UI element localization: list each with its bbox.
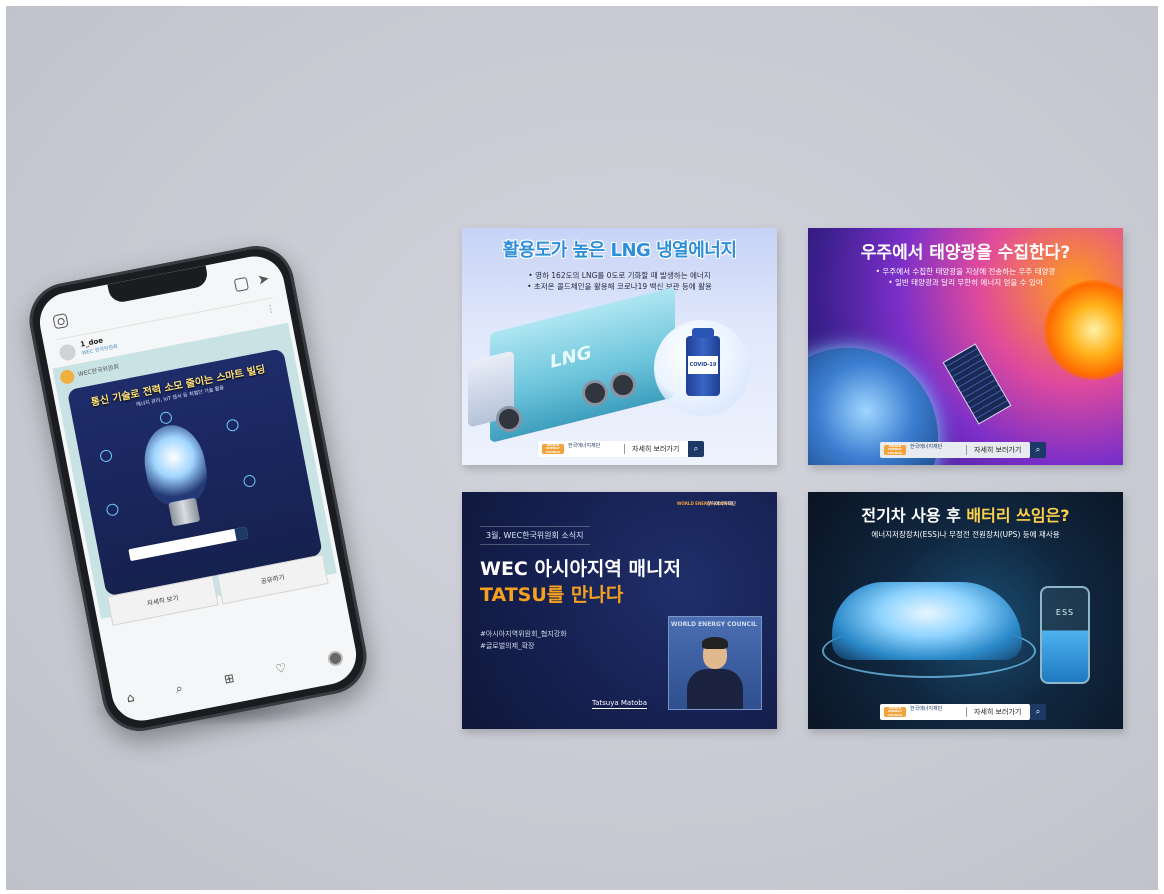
igtv-icon[interactable] <box>233 276 249 293</box>
card-title: 활용도가 높은 LNG 냉열에너지 <box>502 240 737 261</box>
hashtag: #아시아지역위원회_협지강화 <box>480 630 567 638</box>
truck-label: LNG <box>550 341 592 374</box>
foundation-logo: 한국에너지재단 <box>707 502 736 507</box>
card-space-solar: 우주에서 태양광을 수집한다? • 우주에서 수집한 태양광을 지상에 전송하는… <box>808 228 1123 465</box>
card-title: 우주에서 태양광을 수집한다? <box>860 243 1071 263</box>
send-icon[interactable]: ➤ <box>256 271 271 289</box>
phone-body: ➤ 1_doe WEC 한국위원회 ⋮ WEC한국위원회 통신 기술로 전력 소… <box>23 239 373 738</box>
wec-logo: WORLD ENERGY COUNCIL <box>884 444 906 455</box>
add-post-icon[interactable]: ⊞ <box>223 671 236 687</box>
battery-label: ESS <box>1055 608 1075 617</box>
card-wec-news: WORLD ENERGY COUNCIL 한국에너지재단 3월, WEC한국위원… <box>462 492 777 729</box>
card-footer-bar: WORLD ENERGY COUNCIL 한국에너지재단 자세히 보러가기 ⌕ <box>880 704 1046 720</box>
instagram-bottom-nav: ⌂ ⌕ ⊞ ♡ <box>125 648 345 708</box>
card-bullet: 에너지저장장치(ESS)나 무정전 전원장치(UPS) 등에 재사용 <box>871 530 1060 539</box>
foundation-logo: 한국에너지재단 <box>910 706 943 712</box>
bullet-item: • 우주에서 수집한 태양광을 지상에 전송하는 우주 태양광 <box>875 267 1056 276</box>
bulb-base <box>168 497 201 527</box>
phone-screen: ➤ 1_doe WEC 한국위원회 ⋮ WEC한국위원회 통신 기술로 전력 소… <box>34 251 362 726</box>
search-icon[interactable]: ⌕ <box>174 680 183 696</box>
wheel-icon <box>610 372 636 398</box>
portrait-hair <box>702 637 728 649</box>
card-footer-bar: WORLD ENERGY COUNCIL 한국에너지재단 자세히 보러가기 ⌕ <box>538 441 704 457</box>
card-title: 전기차 사용 후 배터리 쓰임은? <box>808 502 1123 526</box>
divider <box>966 445 967 455</box>
view-more-link[interactable]: 자세히 보러가기 <box>974 704 1021 720</box>
phone-mockup: ➤ 1_doe WEC 한국위원회 ⋮ WEC한국위원회 통신 기술로 전력 소… <box>23 239 373 738</box>
vial-label: COVID-19 <box>688 356 718 374</box>
portrait-photo: WORLD ENERGY COUNCIL <box>668 616 762 710</box>
view-more-link[interactable]: 자세히 보러가기 <box>974 442 1021 458</box>
network-node-icon <box>99 448 114 463</box>
ess-battery-icon: ESS <box>1040 586 1090 684</box>
bullet-item: • 영하 162도의 LNG를 0도로 기화할 때 발생하는 에너지 <box>528 271 711 280</box>
post-logo-bar <box>128 526 249 562</box>
card-ev-battery: 전기차 사용 후 배터리 쓰임은? 에너지저장장치(ESS)나 무정전 전원장치… <box>808 492 1123 729</box>
headline-line2: TATSU를 만나다 <box>480 584 624 606</box>
card-lng: 활용도가 높은 LNG 냉열에너지 • 영하 162도의 LNG를 0도로 기화… <box>462 228 777 465</box>
headline-line1: WEC 아시아지역 매니저 <box>480 558 681 580</box>
photo-watermark: WORLD ENERGY COUNCIL <box>670 621 757 628</box>
network-node-icon <box>158 410 173 425</box>
vaccine-vial-icon: COVID-19 <box>686 328 720 396</box>
newsletter-tag: 3월, WEC한국위원회 소식지 <box>480 526 590 545</box>
network-node-icon <box>225 418 240 433</box>
title-part-a: 전기차 사용 후 <box>861 506 967 525</box>
search-icon[interactable]: ⌕ <box>1030 442 1046 458</box>
mockup-background: ➤ 1_doe WEC 한국위원회 ⋮ WEC한국위원회 통신 기술로 전력 소… <box>6 6 1158 890</box>
post-card: 통신 기술로 전력 소모 줄이는 스마트 빌딩 에너지 관리, IoT 센서 등… <box>66 348 323 597</box>
wheel-icon <box>582 380 608 406</box>
bullet-item: • 초저온 콜드체인을 활용해 코로나19 백신 보관 등에 활용 <box>527 282 712 291</box>
brand-logo-icon <box>59 368 76 386</box>
home-icon[interactable]: ⌂ <box>125 690 135 705</box>
divider <box>624 444 625 454</box>
card-footer-bar: WORLD ENERGY COUNCIL 한국에너지재단 자세히 보러가기 ⌕ <box>880 442 1046 458</box>
search-icon <box>234 526 249 541</box>
wec-logo: WORLD ENERGY COUNCIL <box>542 443 564 454</box>
search-icon[interactable]: ⌕ <box>1030 704 1046 720</box>
foundation-logo: 한국에너지재단 <box>568 443 601 449</box>
bullet-item: • 일반 태양광과 달리 무한히 에너지 얻을 수 있어 <box>888 278 1043 287</box>
hashtag: #글로벌의제_확장 <box>480 642 535 650</box>
profile-icon[interactable] <box>326 649 345 667</box>
wheel-icon <box>496 406 522 432</box>
foundation-logo: 한국에너지재단 <box>910 444 943 450</box>
avatar[interactable] <box>58 342 78 362</box>
sun-illustration <box>1044 280 1123 380</box>
lightbulb-icon <box>138 419 213 510</box>
post-image: WEC한국위원회 통신 기술로 전력 소모 줄이는 스마트 빌딩 에너지 관리,… <box>52 322 337 626</box>
network-node-icon <box>242 473 257 489</box>
satellite-icon <box>942 343 1012 425</box>
card-bullets: • 우주에서 수집한 태양광을 지상에 전송하는 우주 태양광 • 일반 태양광… <box>808 266 1123 288</box>
portrait-body <box>687 669 743 709</box>
post-head-text: WEC한국위원회 <box>77 363 120 379</box>
network-node-icon <box>105 502 120 517</box>
view-more-link[interactable]: 자세히 보러가기 <box>632 441 679 457</box>
portrait-caption: Tatsuya Matoba <box>592 699 647 709</box>
card-bullets: • 영하 162도의 LNG를 0도로 기화할 때 발생하는 에너지 • 초저온… <box>462 270 777 292</box>
more-icon[interactable]: ⋮ <box>265 304 276 316</box>
search-icon[interactable]: ⌕ <box>688 441 704 457</box>
title-part-b: 배터리 쓰임은? <box>966 506 1070 525</box>
header-logos: WORLD ENERGY COUNCIL 한국에너지재단 <box>677 501 767 520</box>
camera-icon[interactable] <box>52 312 69 330</box>
wec-logo: WORLD ENERGY COUNCIL <box>884 706 906 717</box>
ev-car-illustration <box>832 582 1022 660</box>
vial-cap <box>692 328 714 338</box>
divider <box>966 707 967 717</box>
heart-icon[interactable]: ♡ <box>274 661 287 677</box>
hashtags: #아시아지역위원회_협지강화 #글로벌의제_확장 <box>480 628 567 652</box>
